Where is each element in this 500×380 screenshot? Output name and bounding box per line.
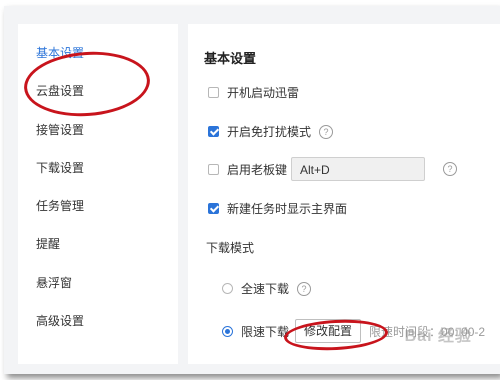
boss-key-label: 启用老板键 <box>227 162 288 177</box>
sidebar-item-download[interactable]: 下载设置 <box>36 159 84 176</box>
settings-sidebar: 基本设置 云盘设置 接管设置 下载设置 任务管理 提醒 悬浮窗 高级设置 <box>18 24 178 364</box>
dnd-checkbox[interactable] <box>208 126 219 137</box>
autostart-option[interactable]: 开机启动迅雷 <box>208 84 299 101</box>
modify-config-button[interactable]: 修改配置 <box>295 319 362 343</box>
sidebar-item-takeover[interactable]: 接管设置 <box>36 121 84 138</box>
download-mode-label: 下载模式 <box>206 241 255 255</box>
watermark: Bai 经验 <box>404 328 472 345</box>
sidebar-item-tasks[interactable]: 任务管理 <box>36 197 84 214</box>
limited-speed-label: 限速下载 <box>241 324 290 339</box>
download-mode-title: 下载模式 <box>206 239 254 256</box>
show-main-label: 新建任务时显示主界面 <box>227 202 348 216</box>
limited-speed-radio[interactable] <box>222 325 233 337</box>
full-speed-label: 全速下载 <box>241 282 290 296</box>
boss-key-input[interactable]: Alt+D <box>291 157 426 181</box>
autostart-label: 开机启动迅雷 <box>227 86 300 100</box>
settings-window: 基本设置 云盘设置 接管设置 下载设置 任务管理 提醒 悬浮窗 高级设置 基本设… <box>4 6 500 374</box>
boss-key-option[interactable]: 启用老板键 Alt+D ? <box>208 157 458 181</box>
sidebar-item-floating[interactable]: 悬浮窗 <box>36 274 72 291</box>
help-icon[interactable]: ? <box>297 281 312 296</box>
boss-key-checkbox[interactable] <box>208 163 219 175</box>
full-speed-option[interactable]: 全速下载 ? <box>222 280 312 297</box>
autostart-checkbox[interactable] <box>208 87 219 98</box>
dnd-label: 开启免打扰模式 <box>227 125 312 139</box>
sidebar-item-cloud[interactable]: 云盘设置 <box>36 82 84 99</box>
section-title: 基本设置 <box>204 51 257 66</box>
sidebar-item-basic[interactable]: 基本设置 <box>36 44 84 61</box>
sidebar-item-advanced[interactable]: 高级设置 <box>36 312 84 329</box>
help-icon[interactable]: ? <box>443 162 458 176</box>
help-icon[interactable]: ? <box>319 124 334 139</box>
dnd-option[interactable]: 开启免打扰模式 ? <box>208 123 334 140</box>
settings-panel: 基本设置 开机启动迅雷 开启免打扰模式 ? 启用老板键 Alt+D ? 新建任务… <box>188 24 500 364</box>
show-main-option[interactable]: 新建任务时显示主界面 <box>208 200 347 217</box>
sidebar-item-reminder[interactable]: 提醒 <box>36 235 60 252</box>
show-main-checkbox[interactable] <box>208 203 219 214</box>
full-speed-radio[interactable] <box>222 283 233 294</box>
